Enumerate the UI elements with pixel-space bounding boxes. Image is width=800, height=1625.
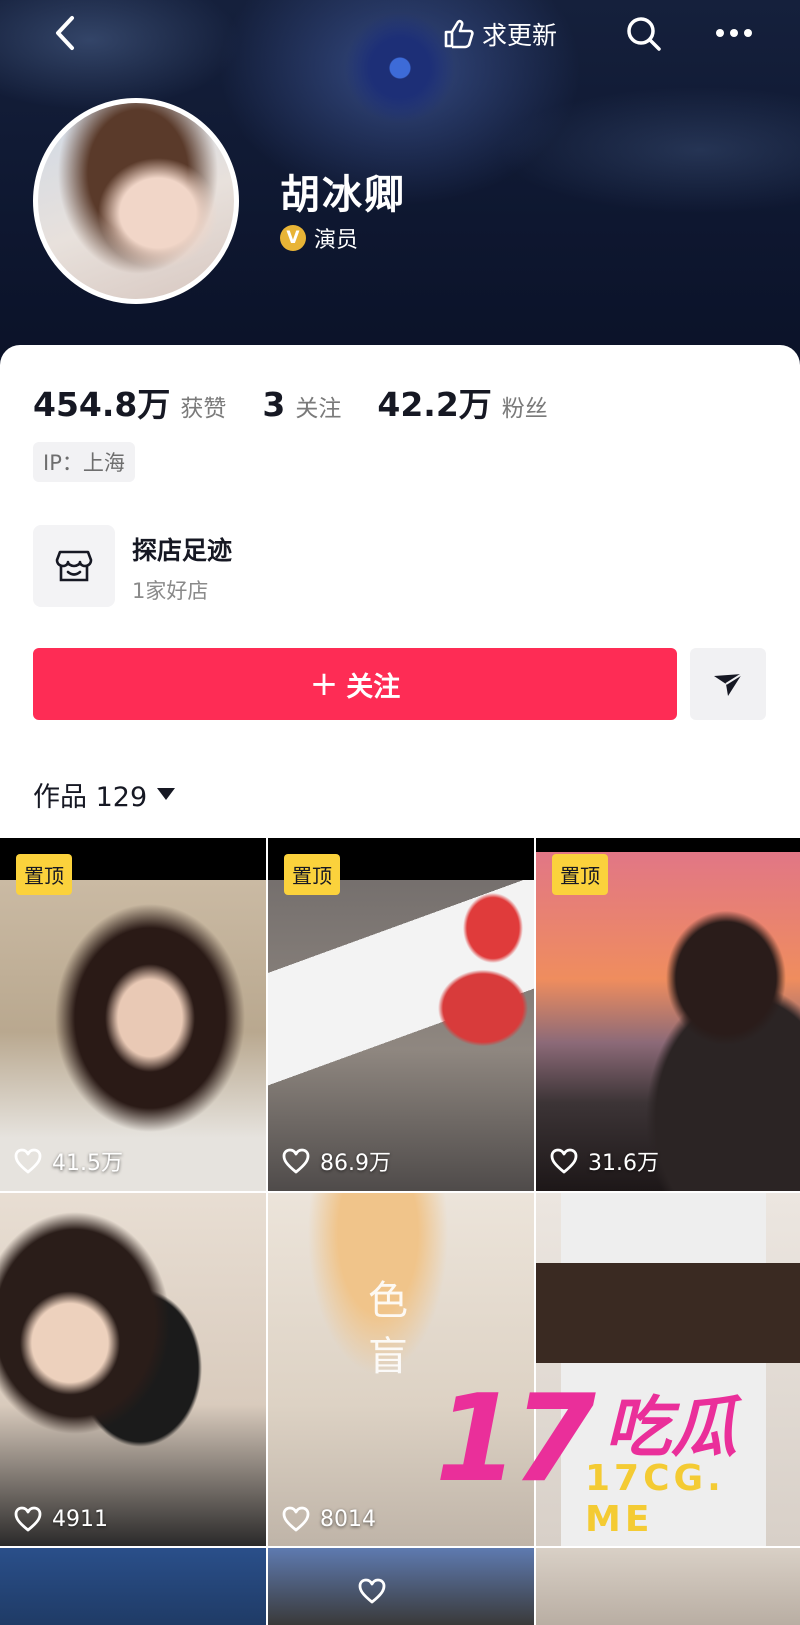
video-thumbnail[interactable]: 置顶 41.5万 (0, 838, 266, 1191)
heart-icon (282, 1148, 310, 1174)
pinned-badge: 置顶 (552, 854, 608, 895)
username: 胡冰卿 (280, 172, 406, 218)
request-update-button[interactable]: 求更新 (440, 14, 557, 54)
verification-row: V 演员 (280, 222, 358, 254)
stat-following[interactable]: 3 关注 (262, 385, 341, 424)
shop-subtitle: 1家好店 (132, 579, 209, 603)
dropdown-triangle-icon (157, 787, 176, 800)
follow-label: 关注 (346, 671, 401, 703)
video-likes: 4911 (14, 1506, 108, 1532)
pinned-badge: 置顶 (16, 854, 72, 895)
shop-title: 探店足迹 (132, 536, 233, 565)
works-tab[interactable]: 作品 129 (33, 775, 176, 814)
video-likes-count: 31.6万 (588, 1151, 659, 1176)
video-likes-count: 8014 (320, 1506, 376, 1532)
heart-icon (282, 1506, 310, 1532)
thumbnail-caption: 色盲 (368, 1278, 408, 1380)
video-thumbnail[interactable] (268, 1548, 534, 1625)
heart-icon (14, 1506, 42, 1532)
send-arrow-icon (714, 673, 743, 696)
shop-icon-box (33, 525, 115, 607)
video-thumbnail[interactable] (0, 1548, 266, 1625)
share-button[interactable] (690, 648, 766, 720)
shop-visits-card[interactable]: 探店足迹 1家好店 (33, 525, 433, 607)
profile-header: 求更新 胡冰卿 V 演员 (0, 0, 800, 370)
video-thumbnail[interactable] (536, 1548, 800, 1625)
heart-icon (14, 1148, 42, 1174)
video-thumbnail[interactable]: 4911 (0, 1193, 266, 1546)
stat-likes-label: 获赞 (180, 396, 227, 422)
stat-likes-value: 454.8万 (33, 385, 171, 424)
video-thumbnail[interactable]: 置顶 86.9万 (268, 838, 534, 1191)
pinned-badge: 置顶 (284, 854, 340, 895)
watermark-number: 17 (435, 1370, 596, 1509)
ip-location-tag: IP：上海 (33, 442, 135, 482)
stat-followers[interactable]: 42.2万 粉丝 (377, 378, 547, 426)
video-thumbnail[interactable]: 置顶 31.6万 (536, 838, 800, 1191)
more-options-icon[interactable] (714, 18, 754, 48)
video-likes-count: 86.9万 (320, 1151, 391, 1176)
search-icon[interactable] (624, 14, 664, 54)
watermark-url: 17CG. ME (585, 1458, 725, 1540)
profile-stats: 454.8万 获赞 3 关注 42.2万 粉丝 (33, 378, 584, 426)
heart-icon (550, 1148, 578, 1174)
stat-followers-value: 42.2万 (377, 385, 492, 424)
back-arrow-icon[interactable] (46, 12, 86, 54)
works-tab-label: 作品 129 (33, 782, 148, 813)
video-likes-count: 4911 (52, 1506, 108, 1532)
verified-badge-icon: V (280, 225, 306, 251)
watermark-logo: 17 吃瓜 17CG. ME (435, 1370, 795, 1540)
top-navigation-bar: 求更新 (0, 0, 800, 70)
stat-likes[interactable]: 454.8万 获赞 (33, 378, 226, 426)
video-likes: 41.5万 (14, 1145, 123, 1177)
request-update-label: 求更新 (482, 21, 558, 50)
video-likes: 86.9万 (282, 1145, 391, 1177)
pointing-hand-icon (444, 19, 474, 49)
avatar[interactable] (33, 98, 239, 304)
video-likes-count: 41.5万 (52, 1151, 123, 1176)
plus-icon: + (309, 664, 339, 704)
heart-icon (358, 1578, 386, 1604)
watermark-chinese: 吃瓜 (605, 1389, 737, 1466)
video-likes: 31.6万 (550, 1145, 659, 1177)
video-likes: 8014 (282, 1506, 376, 1532)
store-icon (55, 550, 93, 582)
follow-button[interactable]: + 关注 (33, 648, 677, 720)
stat-following-value: 3 (262, 385, 286, 424)
verified-label: 演员 (314, 228, 359, 253)
stat-followers-label: 粉丝 (501, 396, 548, 422)
stat-following-label: 关注 (295, 396, 342, 422)
